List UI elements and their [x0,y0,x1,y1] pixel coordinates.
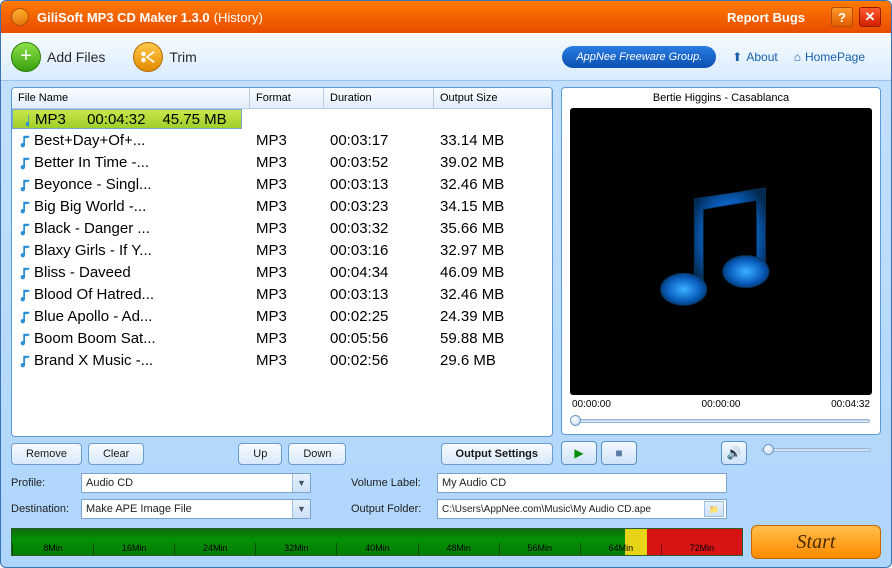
plus-icon: + [11,42,41,72]
homepage-link[interactable]: ⌂ HomePage [794,50,865,64]
about-link[interactable]: ⬆ About [732,50,777,64]
table-row[interactable]: Blaxy Girls - If Y...MP300:03:1632.97 MB [12,239,552,261]
timeline-tick: 32Min [255,543,336,555]
col-filename[interactable]: File Name [12,88,250,108]
time-start: 00:00:00 [572,399,611,410]
output-settings-button[interactable]: Output Settings [441,443,554,465]
table-row[interactable]: Bliss - DaveedMP300:04:3446.09 MB [12,261,552,283]
timeline-tick: 16Min [93,543,174,555]
trim-label: Trim [169,49,196,65]
col-duration[interactable]: Duration [324,88,434,108]
trim-button[interactable]: Trim [133,42,196,72]
scissors-icon [133,42,163,72]
preview-panel: Bertie Higgins - Casablanca [561,87,881,435]
file-list: File Name Format Duration Output Size Be… [11,87,553,437]
app-title: GiliSoft MP3 CD Maker 1.3.0 [37,10,210,25]
volume-icon[interactable]: 🔊 [721,441,747,465]
music-file-icon [18,156,32,170]
profile-label: Profile: [11,477,73,489]
home-icon: ⌂ [794,50,801,64]
music-file-icon [18,354,32,368]
chevron-down-icon: ▼ [292,474,310,492]
volume-label-input[interactable]: My Audio CD [437,473,727,493]
destination-select[interactable]: Make APE Image File ▼ [81,499,311,519]
clear-button[interactable]: Clear [88,443,144,465]
table-row[interactable]: Blue Apollo - Ad...MP300:02:2524.39 MB [12,305,552,327]
add-files-button[interactable]: + Add Files [11,42,105,72]
timeline-tick: 56Min [499,543,580,555]
time-end: 00:04:32 [831,399,870,410]
titlebar: GiliSoft MP3 CD Maker 1.3.0 (History) Re… [1,1,891,33]
report-bugs-link[interactable]: Report Bugs [727,10,805,25]
add-files-label: Add Files [47,49,105,65]
table-row[interactable]: Brand X Music -...MP300:02:5629.6 MB [12,349,552,371]
timeline-tick: 40Min [336,543,417,555]
title-history: (History) [214,10,263,25]
col-format[interactable]: Format [250,88,324,108]
timeline-tick: 72Min [661,543,742,555]
music-file-icon [18,288,32,302]
seek-slider[interactable] [572,414,870,428]
output-folder-label: Output Folder: [351,503,429,515]
start-button[interactable]: Start [751,525,881,559]
timeline-tick: 8Min [12,543,93,555]
file-list-body[interactable]: Bertie Higgins - ...MP300:04:3245.75 MBB… [12,109,552,436]
time-current: 00:00:00 [702,399,741,410]
music-note-icon [631,172,811,332]
freeware-badge: AppNee Freeware Group. [562,46,716,68]
table-row[interactable]: Best+Day+Of+...MP300:03:1733.14 MB [12,129,552,151]
timeline-tick: 64Min [580,543,661,555]
volume-slider[interactable] [761,443,871,457]
timeline-tick: 48Min [418,543,499,555]
music-file-icon [18,178,32,192]
up-arrow-icon: ⬆ [732,50,742,64]
table-row[interactable]: Bertie Higgins - ...MP300:04:3245.75 MB [12,109,242,129]
app-logo-icon [11,8,29,26]
col-outputsize[interactable]: Output Size [434,88,552,108]
play-button[interactable]: ▶ [561,441,597,465]
browse-button[interactable]: 📁 [704,501,724,517]
profile-select[interactable]: Audio CD ▼ [81,473,311,493]
table-row[interactable]: Blood Of Hatred...MP300:03:1332.46 MB [12,283,552,305]
music-file-icon [18,332,32,346]
table-row[interactable]: Boom Boom Sat...MP300:05:5659.88 MB [12,327,552,349]
preview-title: Bertie Higgins - Casablanca [562,88,880,108]
table-row[interactable]: Better In Time -...MP300:03:5239.02 MB [12,151,552,173]
destination-label: Destination: [11,503,73,515]
stop-button[interactable]: ■ [601,441,637,465]
down-button[interactable]: Down [288,443,346,465]
preview-canvas [570,108,872,395]
toolbar: + Add Files Trim AppNee Freeware Group. … [1,33,891,81]
table-row[interactable]: Big Big World -...MP300:03:2334.15 MB [12,195,552,217]
close-button[interactable]: ✕ [859,7,881,27]
music-file-icon [18,222,32,236]
music-file-icon [18,310,32,324]
remove-button[interactable]: Remove [11,443,82,465]
capacity-timeline: 8Min16Min24Min32Min40Min48Min56Min64Min7… [11,528,743,556]
chevron-down-icon: ▼ [292,500,310,518]
file-list-header: File Name Format Duration Output Size [12,88,552,109]
up-button[interactable]: Up [238,443,282,465]
table-row[interactable]: Beyonce - Singl...MP300:03:1332.46 MB [12,173,552,195]
music-file-icon [18,200,32,214]
table-row[interactable]: Black - Danger ...MP300:03:3235.66 MB [12,217,552,239]
timeline-tick: 24Min [174,543,255,555]
music-file-icon [18,266,32,280]
volume-label-label: Volume Label: [351,477,429,489]
output-folder-input[interactable]: C:\Users\AppNee.com\Music\My Audio CD.ap… [437,499,727,519]
music-file-icon [18,244,32,258]
help-button[interactable]: ? [831,7,853,27]
music-file-icon [18,134,32,148]
